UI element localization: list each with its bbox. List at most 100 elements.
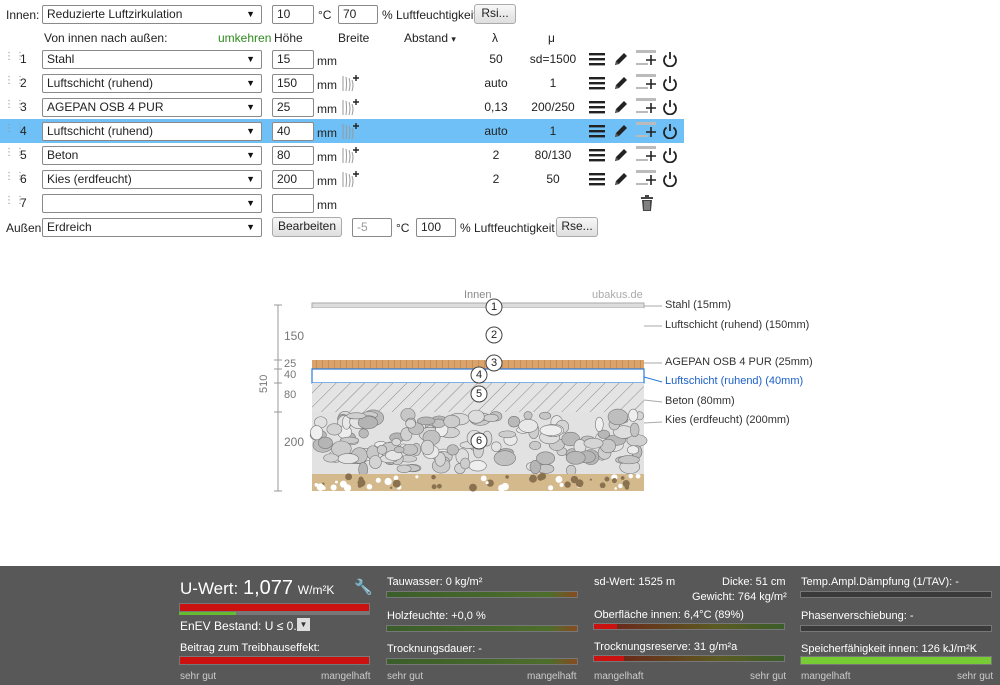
pebble — [468, 409, 485, 424]
material-select[interactable]: AGEPAN OSB 4 PUR ▼ — [42, 98, 262, 117]
add-width-icon[interactable] — [341, 74, 361, 95]
material-select[interactable]: Luftschicht (ruhend) ▼ — [42, 122, 262, 141]
add-layer-icon[interactable] — [636, 50, 656, 69]
power-icon[interactable] — [662, 147, 678, 166]
layer-row[interactable]: ⋮⋮ 1 Stahl ▼ 15 mm 50 sd=1500 — [0, 47, 684, 71]
annotation-layer-1[interactable]: Stahl (15mm) — [665, 299, 731, 311]
material-select[interactable]: Stahl ▼ — [42, 50, 262, 69]
marker-3: 3 — [491, 357, 498, 369]
sd-value-label: sd-Wert: 1525 m — [594, 576, 676, 588]
outer-climate-select[interactable]: Erdreich ▼ — [42, 218, 262, 237]
add-layer-icon[interactable] — [636, 146, 656, 165]
layer-row[interactable]: ⋮⋮ 3 AGEPAN OSB 4 PUR ▼ 25 mm 0,13 200/250 — [0, 95, 684, 119]
chevron-down-icon: ▼ — [246, 78, 255, 88]
thickness-input[interactable]: 40 — [272, 122, 314, 141]
thickness-input[interactable]: 150 — [272, 74, 314, 93]
pencil-icon[interactable] — [613, 51, 629, 70]
add-layer-icon[interactable] — [636, 122, 656, 141]
annotation-layer-5[interactable]: Beton (80mm) — [665, 395, 735, 407]
add-width-icon[interactable] — [341, 122, 361, 143]
layer-row[interactable]: ⋮⋮ 6 Kies (erdfeucht) ▼ 200 mm 2 50 — [0, 167, 684, 191]
menu-icon[interactable] — [589, 52, 605, 69]
holzfeuchte-bar-fill — [387, 626, 577, 631]
layer-row[interactable]: ⋮⋮ 2 Luftschicht (ruhend) ▼ 150 mm auto 1 — [0, 71, 684, 95]
pencil-icon[interactable] — [613, 99, 629, 118]
pencil-icon[interactable] — [613, 171, 629, 190]
add-width-icon[interactable] — [341, 146, 361, 167]
add-layer-icon[interactable] — [636, 170, 656, 189]
menu-icon[interactable] — [589, 148, 605, 165]
material-select[interactable]: ▼ — [42, 194, 262, 213]
thickness-input[interactable] — [272, 194, 314, 213]
thickness-unit: mm — [317, 78, 337, 92]
spacing-header[interactable]: Abstand ▾ — [404, 31, 456, 46]
scale-bad-2: mangelhaft — [527, 671, 577, 682]
rsi-button[interactable]: Rsi... — [474, 4, 516, 24]
diagram-total-thickness: 510 — [258, 374, 270, 393]
wrench-icon[interactable]: 🔧 — [354, 578, 373, 596]
add-width-icon[interactable] — [341, 98, 361, 119]
inner-climate-select[interactable]: Reduzierte Luftzirkulation ▼ — [42, 5, 262, 24]
layer-shape-steel[interactable] — [311, 302, 645, 309]
material-select[interactable]: Beton ▼ — [42, 146, 262, 165]
material-select[interactable]: Luftschicht (ruhend) ▼ — [42, 74, 262, 93]
power-icon[interactable] — [662, 51, 678, 70]
annotation-layer-4[interactable]: Luftschicht (ruhend) (40mm) — [665, 375, 803, 387]
base-grain — [538, 472, 547, 480]
power-icon[interactable] — [662, 99, 678, 118]
pencil-icon[interactable] — [613, 123, 629, 142]
add-layer-icon[interactable] — [636, 98, 656, 117]
base-grain — [529, 474, 537, 483]
inner-temperature-input[interactable]: 10 — [272, 5, 314, 24]
enev-dropdown-toggle[interactable]: ▼ — [297, 618, 310, 631]
thickness-input[interactable]: 80 — [272, 146, 314, 165]
trash-icon[interactable] — [640, 195, 654, 214]
outer-temperature-input[interactable]: -5 — [352, 218, 392, 237]
annotation-layer-2[interactable]: Luftschicht (ruhend) (150mm) — [665, 319, 809, 331]
add-layer-icon[interactable] — [636, 74, 656, 93]
rse-button[interactable]: Rse... — [556, 217, 598, 237]
lambda-value: 2 — [492, 172, 500, 186]
inner-label: Innen: — [6, 8, 40, 22]
inner-humidity-input[interactable]: 70 — [338, 5, 378, 24]
base-grain — [480, 475, 487, 482]
power-icon[interactable] — [662, 171, 678, 190]
phase-label: Phasenverschiebung: - — [801, 610, 914, 622]
layer-shape-air-1[interactable] — [312, 308, 644, 360]
power-icon[interactable] — [662, 75, 678, 94]
tauwasser-label: Tauwasser: 0 kg/m² — [387, 576, 483, 588]
mu-value: sd=1500 — [529, 52, 577, 66]
add-width-icon[interactable] — [341, 170, 361, 191]
menu-icon[interactable] — [589, 124, 605, 141]
power-icon[interactable] — [662, 123, 678, 142]
menu-icon[interactable] — [589, 100, 605, 117]
layer-row[interactable]: ⋮⋮ 4 Luftschicht (ruhend) ▼ 40 mm auto 1 — [0, 119, 684, 143]
menu-icon[interactable] — [589, 172, 605, 189]
inner-climate-value: Reduzierte Luftzirkulation — [47, 7, 183, 21]
oberflaeche-bar-gradient — [616, 624, 784, 629]
layer-row[interactable]: ⋮⋮ 5 Beton ▼ 80 mm 2 80/130 — [0, 143, 684, 167]
layer-row[interactable]: ⋮⋮ 7 ▼ mm — [0, 191, 684, 215]
reverse-link[interactable]: umkehren — [218, 31, 271, 45]
marker-2: 2 — [491, 329, 498, 341]
base-grain — [316, 483, 325, 491]
pebble — [594, 416, 604, 432]
base-grain — [330, 484, 337, 491]
annotation-layer-3[interactable]: AGEPAN OSB 4 PUR (25mm) — [665, 356, 813, 368]
pencil-icon[interactable] — [613, 147, 629, 166]
thickness-input[interactable]: 15 — [272, 50, 314, 69]
u-value-caption: U-Wert: — [180, 579, 239, 598]
pebble — [583, 437, 604, 449]
thickness-input[interactable]: 25 — [272, 98, 314, 117]
edit-outer-button[interactable]: Bearbeiten — [272, 217, 342, 237]
annotation-layer-6[interactable]: Kies (erdfeucht) (200mm) — [665, 414, 790, 426]
outer-humidity-input[interactable]: 100 — [416, 218, 456, 237]
material-select[interactable]: Kies (erdfeucht) ▼ — [42, 170, 262, 189]
thickness-input[interactable]: 200 — [272, 170, 314, 189]
pencil-icon[interactable] — [613, 75, 629, 94]
u-value-subbar — [179, 612, 370, 615]
u-value-number: 1,077 — [242, 577, 294, 599]
base-grain — [392, 479, 401, 488]
base-grain — [566, 484, 570, 488]
menu-icon[interactable] — [589, 76, 605, 93]
